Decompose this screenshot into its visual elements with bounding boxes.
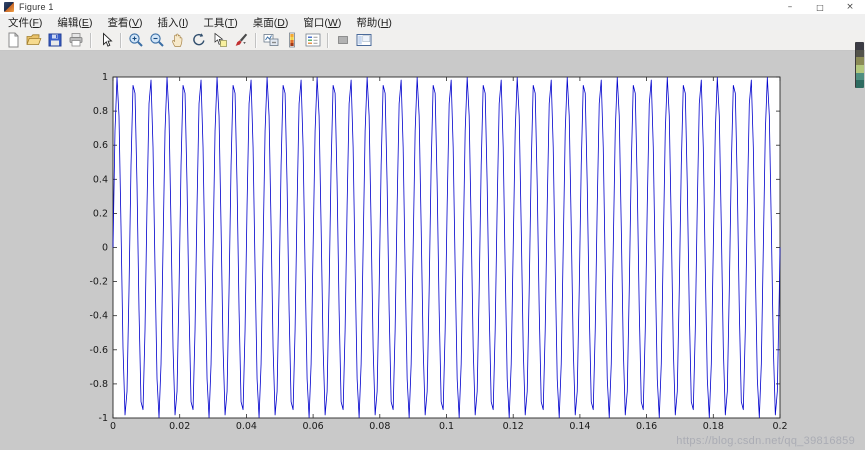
y-tick-label: 0.4: [93, 174, 108, 185]
new-file-button[interactable]: [3, 31, 23, 49]
hide-plot-tools-button[interactable]: [333, 31, 353, 49]
menu-item-edit[interactable]: 编辑(E): [57, 15, 92, 30]
open-folder-icon: [26, 34, 42, 45]
y-tick-label: -0.8: [89, 379, 108, 390]
show-plot-tools-icon: [356, 34, 372, 46]
x-tick-label: 0.08: [369, 421, 390, 432]
zoom-in-icon: [129, 33, 143, 47]
x-tick-label: 0.18: [703, 421, 724, 432]
side-panel-segment: [856, 49, 864, 58]
zoom-out-button[interactable]: [147, 31, 167, 49]
show-plot-tools-button[interactable]: [354, 31, 374, 49]
matlab-figure-window: { "window": { "title": "Figure 1", "cont…: [0, 0, 865, 450]
menu-item-file[interactable]: 文件(F): [8, 15, 42, 30]
side-panel-segment: [856, 57, 864, 66]
y-tick-label: 0: [102, 243, 108, 254]
y-tick-label: -0.6: [89, 345, 108, 356]
toolbar-separator: [255, 32, 257, 48]
toolbar-separator: [90, 32, 92, 48]
toolbar-separator: [120, 32, 122, 48]
zoom-out-icon: [150, 33, 164, 47]
x-tick-label: 0.14: [569, 421, 590, 432]
insert-legend-icon: [305, 33, 321, 47]
rotate-3d-icon: [193, 33, 205, 46]
side-panel-strip: [855, 42, 864, 88]
menu-item-help[interactable]: 帮助(H): [356, 15, 392, 30]
print-button[interactable]: [66, 31, 86, 49]
pan-hand-icon: [172, 33, 183, 47]
x-tick-label: 0.12: [503, 421, 524, 432]
y-tick-label: 0.8: [93, 106, 108, 117]
data-cursor-icon: [214, 32, 227, 47]
link-plot-button[interactable]: [261, 31, 281, 49]
menu-item-view[interactable]: 查看(V): [107, 15, 142, 30]
new-file-icon: [8, 32, 19, 48]
figure-canvas: 0 0.02 0.04 0.06 0.08 0.1 0.12 0.14 0.16 0.18 0.2 -…: [89, 72, 787, 432]
data-cursor-button[interactable]: [210, 31, 230, 49]
side-panel-segment: [856, 65, 864, 73]
x-tick-label: 0.04: [236, 421, 257, 432]
x-tick-label: 0.2: [772, 421, 787, 432]
maximize-button[interactable]: □: [805, 0, 835, 14]
rotate-3d-button[interactable]: [189, 31, 209, 49]
zoom-in-button[interactable]: [126, 31, 146, 49]
side-panel-segment: [856, 80, 864, 88]
insert-legend-button[interactable]: [303, 31, 323, 49]
close-button[interactable]: ×: [835, 0, 865, 14]
x-tick-label: 0.06: [303, 421, 324, 432]
menu-bar: 文件(F) 编辑(E) 查看(V) 插入(I) 工具(T) 桌面(D) 窗口(W) 帮助(H): [0, 14, 865, 30]
hide-plot-tools-icon: [338, 36, 348, 44]
save-button[interactable]: [45, 31, 65, 49]
window-controls: – □ ×: [775, 0, 865, 14]
y-tick-label: -1: [99, 413, 108, 424]
figure-area: 0 0.02 0.04 0.06 0.08 0.1 0.12 0.14 0.16 0.18 0.2 -…: [0, 51, 865, 450]
open-folder-button[interactable]: [24, 31, 44, 49]
toolbar: [0, 30, 865, 51]
x-tick-label: 0.16: [636, 421, 657, 432]
title-bar: Figure 1 – □ ×: [0, 0, 865, 15]
menu-item-window[interactable]: 窗口(W): [303, 15, 341, 30]
edit-plot-arrow-icon: [103, 32, 113, 47]
insert-colorbar-button[interactable]: [282, 31, 302, 49]
y-tick-label: -0.2: [89, 277, 108, 288]
side-panel-segment: [856, 72, 864, 81]
menu-item-insert[interactable]: 插入(I): [157, 15, 188, 30]
y-tick-label: -0.4: [89, 311, 108, 322]
toolbar-separator: [327, 32, 329, 48]
minimize-button[interactable]: –: [775, 0, 805, 14]
x-tick-label: 0.1: [439, 421, 454, 432]
y-tick-label: 0.2: [93, 208, 108, 219]
window-title: Figure 1: [19, 2, 54, 12]
watermark-text: https://blog.csdn.net/qq_39816859: [676, 435, 855, 447]
x-tick-label: 0: [110, 421, 116, 432]
print-icon: [69, 33, 83, 47]
y-tick-label: 1: [102, 72, 108, 83]
insert-colorbar-icon: [289, 32, 295, 48]
side-panel-segment: [856, 42, 864, 50]
save-icon: [48, 33, 62, 47]
link-plot-icon: [263, 34, 279, 46]
edit-plot-arrow-button[interactable]: [96, 31, 116, 49]
menu-item-tools[interactable]: 工具(T): [203, 15, 237, 30]
menu-item-desktop[interactable]: 桌面(D): [253, 15, 289, 30]
y-tick-label: 0.6: [93, 140, 108, 151]
brush-icon: [235, 33, 248, 46]
pan-hand-button[interactable]: [168, 31, 188, 49]
brush-button[interactable]: [231, 31, 251, 49]
x-tick-label: 0.02: [169, 421, 190, 432]
matlab-app-icon: [4, 2, 14, 12]
